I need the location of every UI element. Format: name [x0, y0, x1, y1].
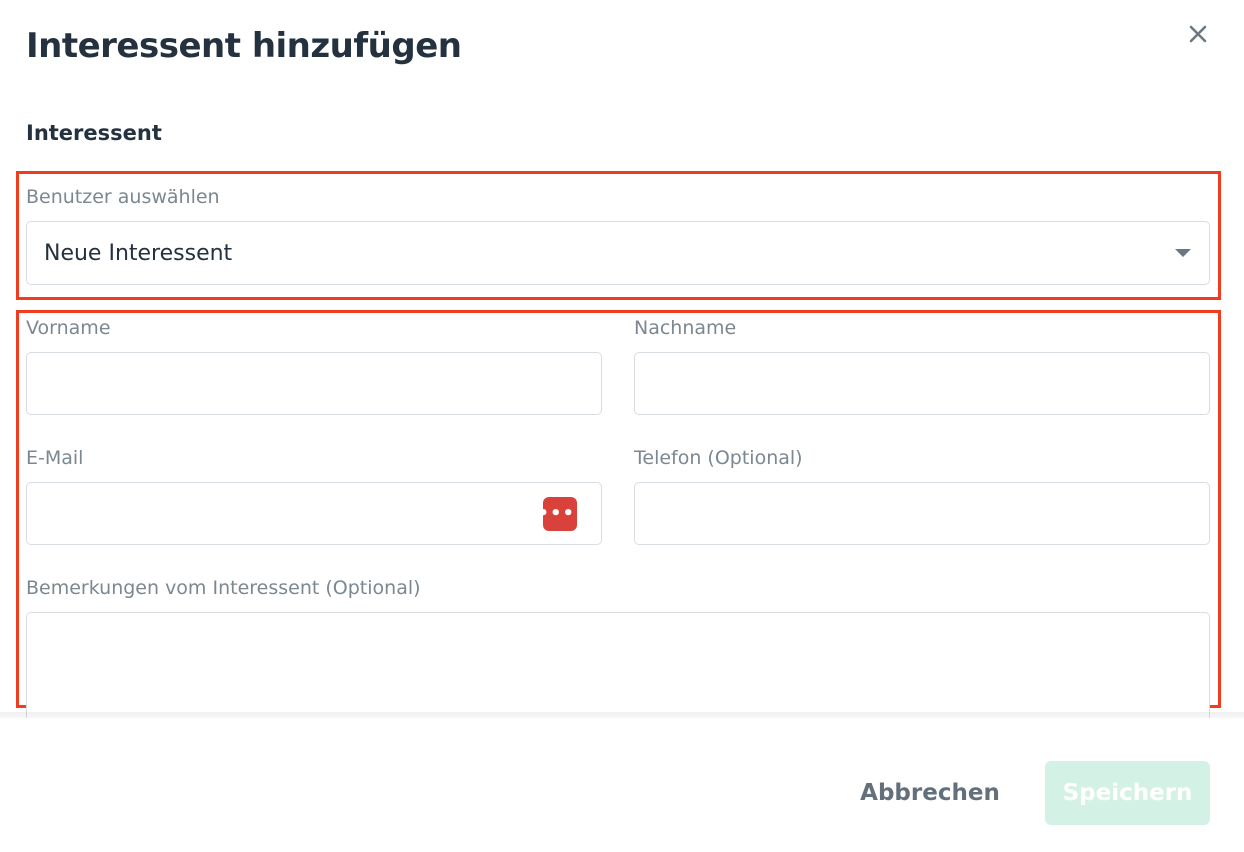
- last-name-input[interactable]: [634, 352, 1210, 415]
- dialog-title: Interessent hinzufügen: [26, 26, 462, 66]
- first-name-label: Vorname: [26, 317, 111, 339]
- user-select-dropdown[interactable]: Neue Interessent: [26, 221, 1210, 285]
- close-button[interactable]: [1182, 18, 1214, 50]
- last-name-label: Nachname: [634, 317, 737, 339]
- user-select-value: Neue Interessent: [44, 240, 233, 266]
- password-manager-icon[interactable]: •••|: [537, 497, 582, 531]
- phone-input[interactable]: [634, 482, 1210, 545]
- phone-label: Telefon (Optional): [634, 447, 803, 469]
- first-name-input[interactable]: [26, 352, 602, 415]
- caret-down-icon: [1175, 249, 1191, 257]
- add-prospect-dialog: Interessent hinzufügen Interessent Benut…: [0, 0, 1244, 852]
- email-input[interactable]: •••|: [26, 482, 602, 545]
- section-title: Interessent: [26, 121, 162, 145]
- save-button[interactable]: Speichern: [1045, 761, 1210, 825]
- close-icon: [1189, 25, 1207, 43]
- remarks-label: Bemerkungen vom Interessent (Optional): [26, 577, 421, 599]
- cancel-button[interactable]: Abbrechen: [848, 761, 1012, 825]
- email-label: E-Mail: [26, 447, 84, 469]
- user-select-label: Benutzer auswählen: [26, 186, 220, 208]
